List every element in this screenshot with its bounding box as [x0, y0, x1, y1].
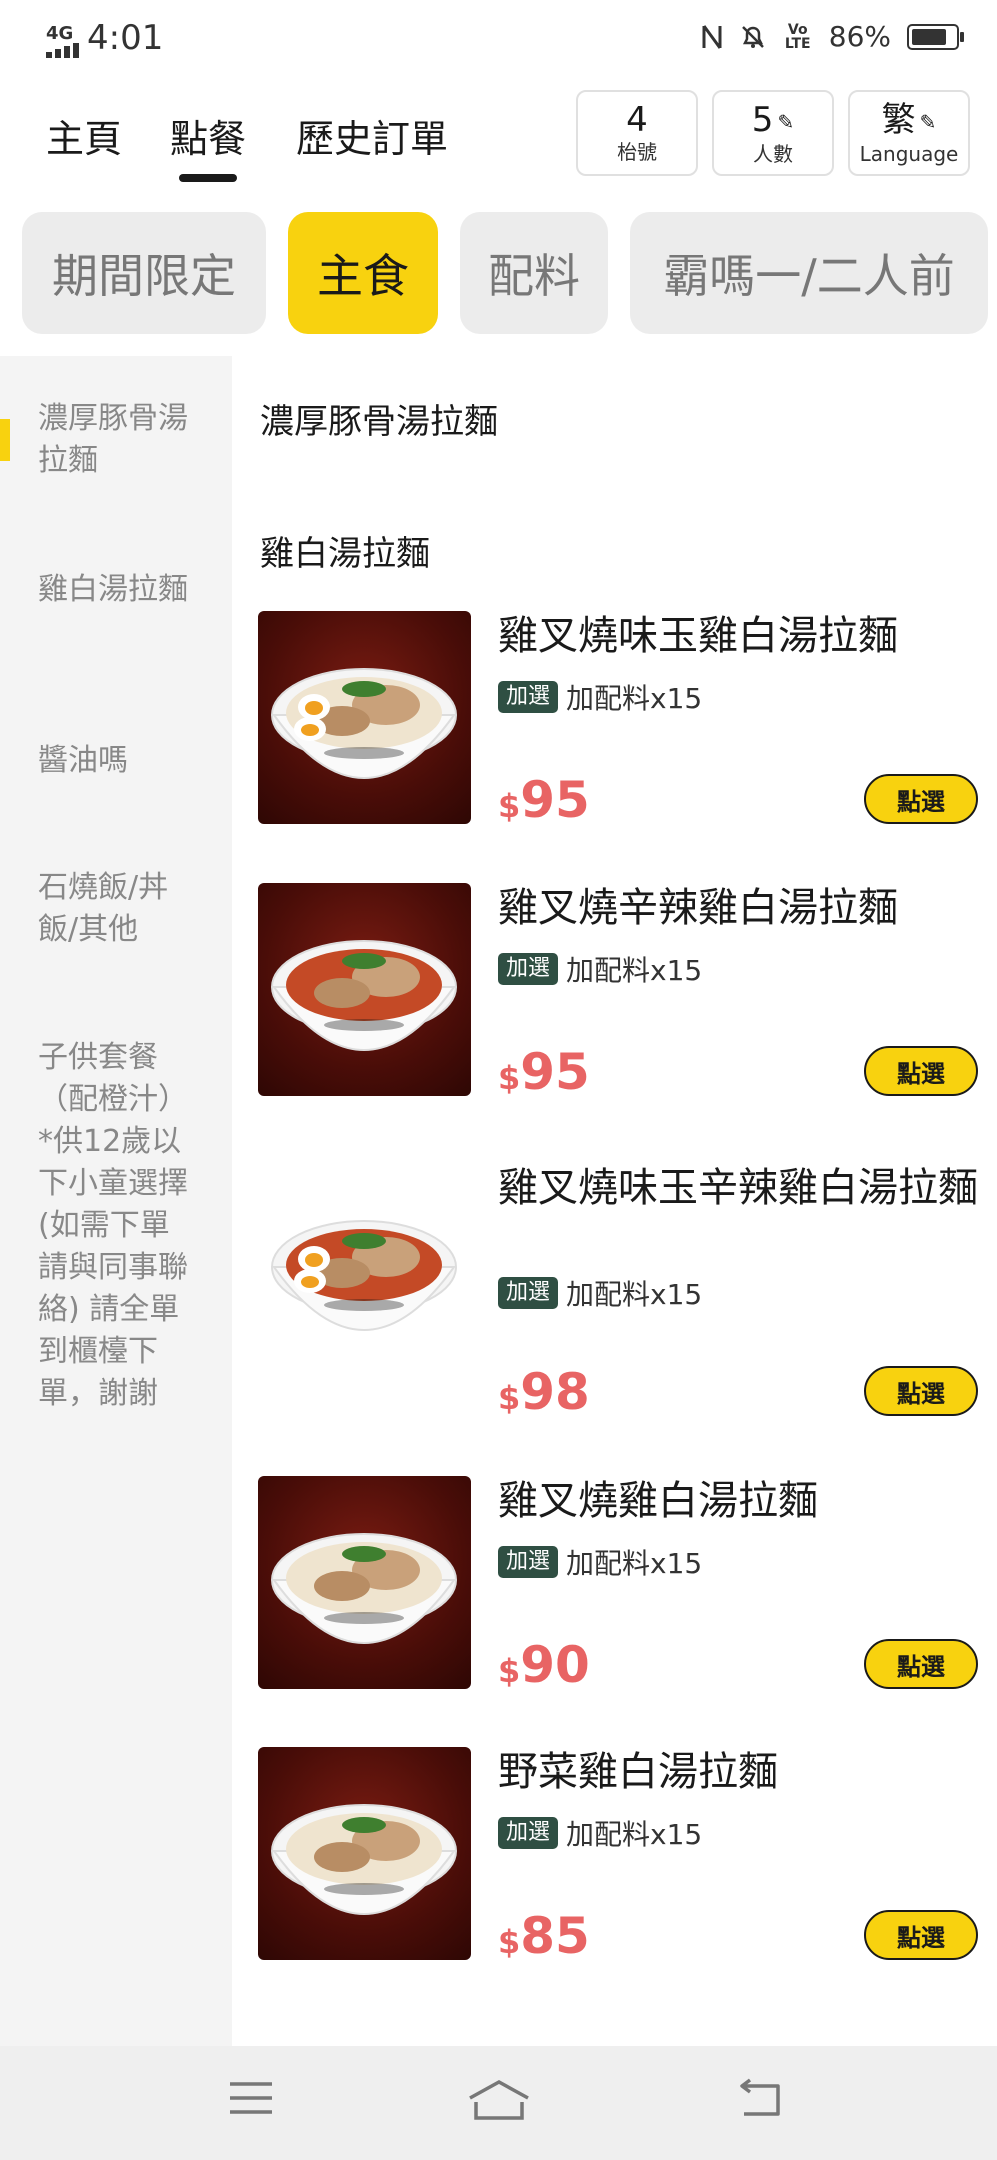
price-value: 98: [520, 1363, 590, 1421]
addon-tag: 加選: [498, 953, 559, 985]
ramen-photo: [258, 1747, 471, 1960]
price-value: 95: [520, 1043, 590, 1101]
addon-text: 加配料x15: [566, 682, 703, 715]
item-price: $95: [498, 1043, 590, 1101]
language-value: 繁: [881, 100, 916, 140]
addon-text: 加配料x15: [566, 1818, 703, 1851]
ramen-photo: [258, 1476, 471, 1689]
menu-item[interactable]: 雞叉燒味玉雞白湯拉麵加選 加配料x15 $95 點選: [258, 611, 978, 829]
addon-tag: 加選: [498, 1546, 559, 1578]
back-icon[interactable]: [734, 2076, 788, 2122]
clock: 4:01: [87, 18, 164, 58]
section-title-chicken-paitan: 雞白湯拉麵: [260, 534, 430, 574]
item-name: 野菜雞白湯拉麵: [498, 1749, 778, 1795]
item-price: $95: [498, 771, 590, 829]
language-box[interactable]: 繁 ✎ Language: [848, 90, 970, 176]
signal-bars-icon: [46, 43, 79, 58]
category-tabs: 期間限定 主食 配料 霸嗎一/二人前: [0, 212, 997, 334]
nfc-icon: [702, 24, 722, 49]
item-name: 雞叉燒味玉雞白湯拉麵: [498, 613, 898, 659]
section-title-tonkotsu: 濃厚豚骨湯拉麵: [260, 402, 498, 442]
item-price: $85: [498, 1907, 590, 1965]
ramen-photo: [258, 611, 471, 824]
menu-icon[interactable]: [226, 2076, 276, 2120]
item-price: $90: [498, 1636, 590, 1694]
table-label: 枱號: [617, 140, 657, 164]
people-label: 人數: [753, 141, 793, 166]
select-button[interactable]: 點選: [864, 1910, 978, 1960]
active-indicator: [0, 419, 10, 461]
menu-item[interactable]: 雞叉燒味玉辛辣雞白湯拉麵加選 加配料x15 $98 點選: [258, 1163, 978, 1421]
item-name: 雞叉燒雞白湯拉麵: [498, 1478, 818, 1524]
menu-item[interactable]: 雞叉燒雞白湯拉麵加選 加配料x15 $90 點選: [258, 1476, 978, 1694]
status-bar: 4G 4:01 Vo LTE 86%: [0, 0, 997, 80]
tab-home[interactable]: 主頁: [46, 108, 122, 163]
category-main[interactable]: 主食: [288, 212, 438, 334]
addon-text: 加配料x15: [566, 954, 703, 987]
addon-tag: 加選: [498, 1277, 559, 1309]
menu-list: 濃厚豚骨湯拉麵 雞白湯拉麵 雞叉燒味玉雞白湯拉麵 加選 加配料x15 $95 點選 雞叉燒…: [232, 356, 997, 2046]
ramen-photo: [258, 883, 471, 1096]
price-value: 95: [520, 771, 590, 829]
price-value: 90: [520, 1636, 590, 1694]
network-type: 4G: [46, 23, 74, 44]
side-item-tonkotsu[interactable]: 濃厚豚骨湯拉麵: [38, 398, 198, 482]
select-button[interactable]: 點選: [864, 1046, 978, 1096]
item-name: 雞叉燒味玉辛辣雞白湯拉麵: [498, 1165, 978, 1211]
price-currency: $: [498, 1923, 521, 1961]
select-button[interactable]: 點選: [864, 1366, 978, 1416]
category-toppings[interactable]: 配料: [460, 212, 608, 334]
ramen-photo: [258, 1163, 471, 1376]
category-limited[interactable]: 期間限定: [22, 212, 266, 334]
addon-row[interactable]: 加選 加配料x15: [498, 677, 702, 717]
item-price: $98: [498, 1363, 590, 1421]
edit-pencil-icon: ✎: [777, 109, 795, 134]
edit-pencil-icon: ✎: [919, 109, 937, 134]
addon-text: 加配料x15: [566, 1547, 703, 1580]
status-right: Vo LTE 86%: [701, 20, 964, 53]
signal-indicator: 4G: [46, 25, 79, 58]
price-currency: $: [498, 1379, 521, 1417]
price-value: 85: [520, 1907, 590, 1965]
addon-row[interactable]: 加選 加配料x15: [498, 1542, 702, 1582]
addon-row[interactable]: 加選 加配料x15: [498, 1273, 702, 1313]
top-nav: 主頁 點餐 歷史訂單 4 枱號 5 ✎ 人數 繁 ✎ Language: [0, 88, 997, 198]
item-name: 雞叉燒辛辣雞白湯拉麵: [498, 885, 898, 931]
select-button[interactable]: 點選: [864, 774, 978, 824]
side-item-chicken-paitan[interactable]: 雞白湯拉麵: [38, 569, 198, 611]
table-number: 4: [626, 100, 648, 140]
battery-percent: 86%: [828, 20, 891, 53]
menu-item[interactable]: 野菜雞白湯拉麵加選 加配料x15 $85 點選: [258, 1747, 978, 1965]
volte-icon: Vo LTE: [784, 21, 811, 52]
price-currency: $: [498, 1652, 521, 1690]
category-set-for-two[interactable]: 霸嗎一/二人前: [630, 212, 988, 334]
people-count-box[interactable]: 5 ✎ 人數: [712, 90, 834, 176]
addon-row[interactable]: 加選 加配料x15: [498, 949, 702, 989]
addon-tag: 加選: [498, 681, 559, 713]
side-item-shoyu[interactable]: 醬油嗎: [38, 740, 198, 782]
price-currency: $: [498, 787, 521, 825]
tab-order[interactable]: 點餐: [170, 108, 246, 182]
select-button[interactable]: 點選: [864, 1639, 978, 1689]
table-number-box[interactable]: 4 枱號: [576, 90, 698, 176]
tab-order-history[interactable]: 歷史訂單: [296, 108, 448, 163]
mute-bell-icon: [741, 25, 764, 48]
side-menu: 濃厚豚骨湯拉麵 雞白湯拉麵 醬油嗎 石燒飯/丼飯/其他 子供套餐（配橙汁）*供1…: [0, 356, 232, 2046]
language-label: Language: [859, 141, 959, 166]
addon-tag: 加選: [498, 1817, 559, 1849]
price-currency: $: [498, 1059, 521, 1097]
battery-icon: [907, 23, 964, 50]
system-nav-bar: [0, 2046, 997, 2160]
side-item-kids-set[interactable]: 子供套餐（配橙汁）*供12歲以下小童選擇 (如需下單請與同事聯絡) 請全單到櫃檯…: [38, 1037, 198, 1415]
home-icon[interactable]: [466, 2076, 532, 2122]
people-count: 5: [751, 100, 774, 140]
side-item-rice[interactable]: 石燒飯/丼飯/其他: [38, 867, 198, 951]
addon-row[interactable]: 加選 加配料x15: [498, 1813, 702, 1853]
status-left: 4G 4:01: [46, 18, 163, 58]
addon-text: 加配料x15: [566, 1278, 703, 1311]
menu-item[interactable]: 雞叉燒辛辣雞白湯拉麵加選 加配料x15 $95 點選: [258, 883, 978, 1101]
